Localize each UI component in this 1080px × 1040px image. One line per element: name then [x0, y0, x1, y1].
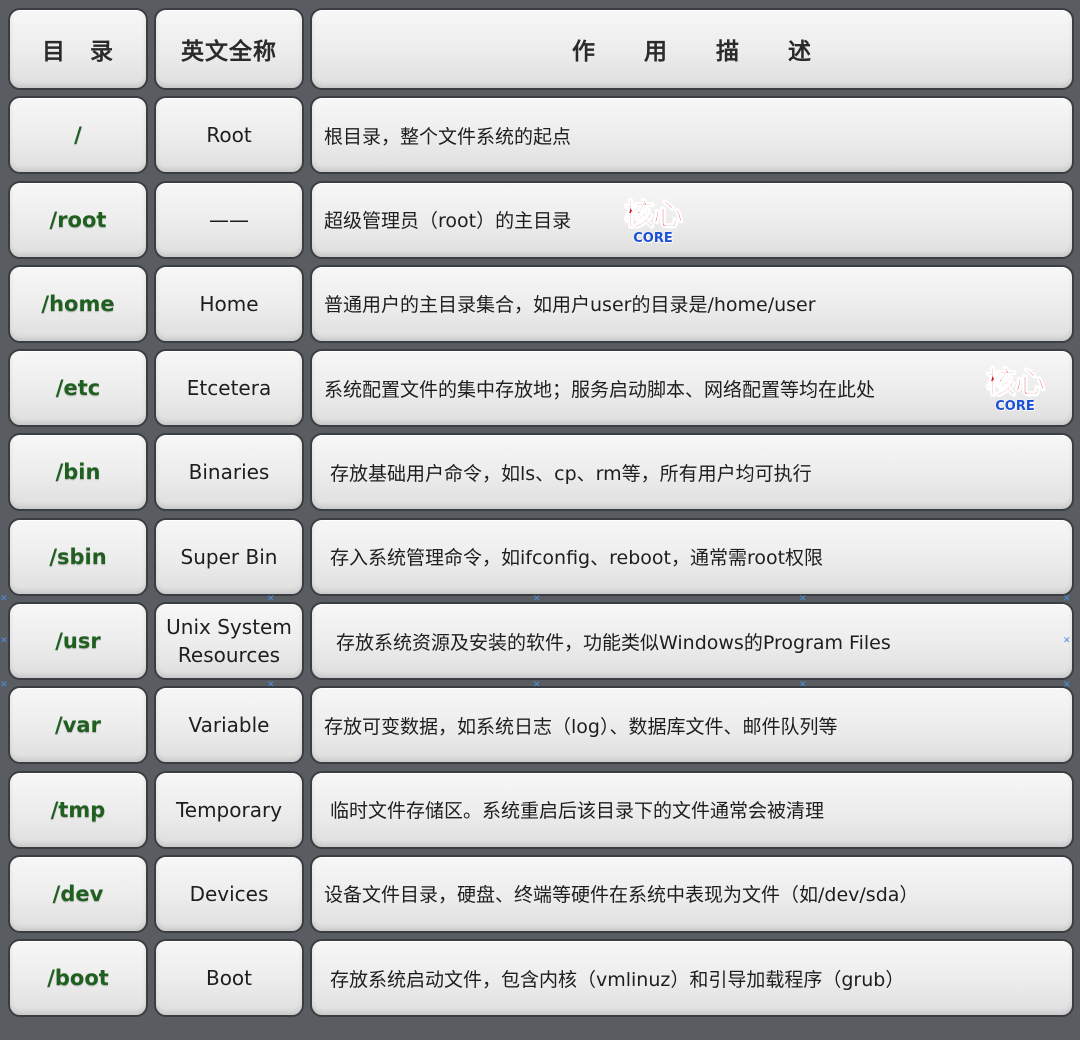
directory-cell: /sbin: [8, 517, 148, 596]
selection-handle-icon[interactable]: ✕: [533, 595, 541, 604]
core-badge-title: 核心: [624, 197, 684, 233]
english-name-cell: ——: [154, 180, 304, 259]
description-text: 超级管理员（root）的主目录: [324, 210, 572, 233]
selection-handle-icon[interactable]: ✕: [0, 595, 8, 604]
english-name-cell: Variable: [154, 686, 304, 765]
header-cell-description: 作 用 描 述: [310, 8, 1074, 90]
directory-path: /etc: [55, 376, 101, 401]
description-text: 存放可变数据，如系统日志（log）、数据库文件、邮件队列等: [324, 715, 838, 738]
table-row: /var Variable 存放可变数据，如系统日志（log）、数据库文件、邮件…: [8, 686, 1074, 765]
core-badge: 核心 CORE: [624, 197, 684, 246]
english-name-cell: Super Bin: [154, 517, 304, 596]
core-badge-subtitle: CORE: [633, 230, 673, 246]
directory-cell: /var: [8, 686, 148, 765]
directory-cell: /root: [8, 180, 148, 259]
english-name-cell: Temporary: [154, 770, 304, 849]
directory-cell: /tmp: [8, 770, 148, 849]
directory-path: /var: [55, 713, 101, 738]
description-text: 存放系统启动文件，包含内核（vmlinuz）和引导加载程序（grub）: [330, 968, 905, 991]
directory-path: /sbin: [49, 544, 107, 569]
table-header-row: 目 录 英文全称 作 用 描 述: [8, 8, 1074, 90]
english-name: Super Bin: [180, 544, 278, 569]
selection-handle-icon[interactable]: ✕: [0, 637, 8, 646]
table-row: /root —— 超级管理员（root）的主目录 核心 CORE: [8, 180, 1074, 259]
table-row: /tmp Temporary 临时文件存储区。系统重启后该目录下的文件通常会被清…: [8, 770, 1074, 849]
directory-table: 目 录 英文全称 作 用 描 述 / Root 根目录，整个文件系统的起点 /r…: [0, 0, 1080, 1040]
selection-handle-icon[interactable]: ✕: [799, 595, 807, 604]
description-cell: 存放基础用户命令，如ls、cp、rm等，所有用户均可执行: [310, 433, 1074, 512]
english-name: Home: [199, 291, 259, 316]
directory-cell: /home: [8, 264, 148, 343]
english-name: Boot: [205, 966, 253, 991]
english-name: Binaries: [188, 460, 270, 485]
english-name: Unix System Resources: [166, 615, 292, 668]
description-text: 存放系统资源及安装的软件，功能类似Windows的Program Files: [336, 631, 891, 654]
header-english-name-label: 英文全称: [181, 39, 277, 65]
description-cell: 存入系统管理命令，如ifconfig、reboot，通常需root权限: [310, 517, 1074, 596]
selection-handle-icon[interactable]: ✕: [1063, 595, 1071, 604]
english-name: Temporary: [175, 797, 283, 822]
table-row: /home Home 普通用户的主目录集合，如用户user的目录是/home/u…: [8, 264, 1074, 343]
directory-path: /: [74, 123, 82, 148]
description-cell: 根目录，整个文件系统的起点: [310, 96, 1074, 175]
description-cell: 存放系统启动文件，包含内核（vmlinuz）和引导加载程序（grub）: [310, 939, 1074, 1018]
english-name-cell: Boot: [154, 939, 304, 1018]
core-badge: 核心 CORE: [986, 366, 1046, 415]
header-directory-label: 目 录: [42, 39, 114, 65]
description-text: 临时文件存储区。系统重启后该目录下的文件通常会被清理: [330, 800, 825, 823]
description-cell: 超级管理员（root）的主目录 核心 CORE: [310, 180, 1074, 259]
directory-path: /root: [49, 207, 107, 232]
description-text: 存放基础用户命令，如ls、cp、rm等，所有用户均可执行: [330, 462, 812, 485]
description-cell: 普通用户的主目录集合，如用户user的目录是/home/user: [310, 264, 1074, 343]
directory-cell: /: [8, 96, 148, 175]
directory-cell: /boot: [8, 939, 148, 1018]
description-text: 设备文件目录，硬盘、终端等硬件在系统中表现为文件（如/dev/sda）: [324, 884, 919, 907]
header-description-label: 作 用 描 述: [572, 39, 812, 65]
english-name: ——: [209, 207, 249, 232]
directory-cell: /bin: [8, 433, 148, 512]
selection-handle-icon[interactable]: ✕: [0, 681, 8, 690]
selection-handle-icon[interactable]: ✕: [1063, 637, 1071, 646]
selection-handle-icon[interactable]: ✕: [267, 595, 275, 604]
english-name-cell: Unix System Resources: [154, 602, 304, 681]
english-name-cell: Binaries: [154, 433, 304, 512]
directory-path: /dev: [52, 881, 104, 906]
description-cell: 存放系统资源及安装的软件，功能类似Windows的Program Files: [310, 602, 1074, 681]
description-cell: 存放可变数据，如系统日志（log）、数据库文件、邮件队列等: [310, 686, 1074, 765]
table-row: / Root 根目录，整个文件系统的起点: [8, 96, 1074, 175]
description-text: 存入系统管理命令，如ifconfig、reboot，通常需root权限: [330, 547, 824, 570]
english-name: Etcetera: [186, 376, 272, 401]
description-text: 系统配置文件的集中存放地；服务启动脚本、网络配置等均在此处: [324, 378, 876, 401]
directory-cell: /etc: [8, 349, 148, 428]
description-cell: 临时文件存储区。系统重启后该目录下的文件通常会被清理: [310, 770, 1074, 849]
directory-path: /bin: [55, 460, 101, 485]
core-badge-title: 核心: [986, 366, 1046, 402]
description-cell: 设备文件目录，硬盘、终端等硬件在系统中表现为文件（如/dev/sda）: [310, 854, 1074, 933]
english-name-cell: Etcetera: [154, 349, 304, 428]
english-name: Root: [206, 123, 252, 148]
english-name: Variable: [188, 713, 270, 738]
directory-path: /tmp: [50, 797, 106, 822]
table-row: /bin Binaries 存放基础用户命令，如ls、cp、rm等，所有用户均可…: [8, 433, 1074, 512]
directory-cell: /dev: [8, 854, 148, 933]
english-name-cell: Root: [154, 96, 304, 175]
table-row: /boot Boot 存放系统启动文件，包含内核（vmlinuz）和引导加载程序…: [8, 939, 1074, 1018]
english-name: Devices: [189, 881, 269, 906]
english-name-cell: Home: [154, 264, 304, 343]
description-text: 根目录，整个文件系统的起点: [324, 125, 572, 148]
table-row: /usr Unix System Resources 存放系统资源及安装的软件，…: [0, 595, 1074, 690]
table-row: /sbin Super Bin 存入系统管理命令，如ifconfig、reboo…: [8, 517, 1074, 596]
table-row: /etc Etcetera 系统配置文件的集中存放地；服务启动脚本、网络配置等均…: [8, 349, 1074, 428]
core-badge-subtitle: CORE: [995, 399, 1035, 415]
header-cell-english-name: 英文全称: [154, 8, 304, 90]
directory-path: /usr: [55, 629, 101, 654]
table-row: /dev Devices 设备文件目录，硬盘、终端等硬件在系统中表现为文件（如/…: [8, 854, 1074, 933]
description-cell: 系统配置文件的集中存放地；服务启动脚本、网络配置等均在此处 核心 CORE: [310, 349, 1074, 428]
directory-path: /home: [41, 291, 115, 316]
header-cell-directory: 目 录: [8, 8, 148, 90]
directory-path: /boot: [47, 966, 109, 991]
description-text: 普通用户的主目录集合，如用户user的目录是/home/user: [324, 294, 816, 317]
directory-cell: /usr: [8, 602, 148, 681]
english-name-cell: Devices: [154, 854, 304, 933]
